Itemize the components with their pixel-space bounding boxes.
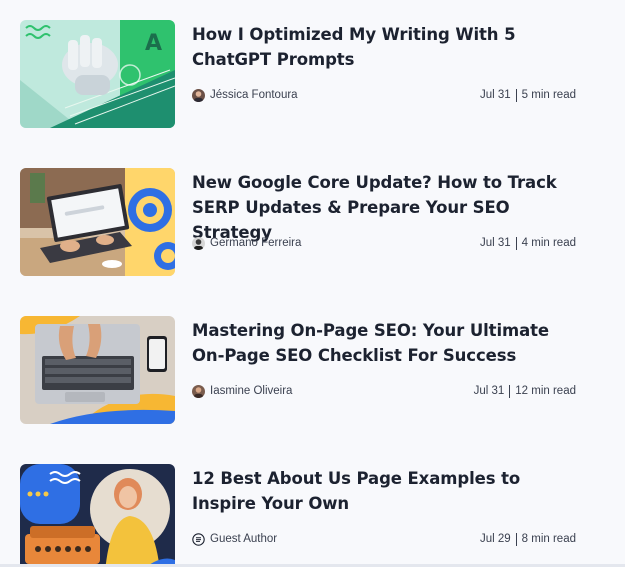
author-name: Jéssica Fontoura [210, 89, 298, 101]
robot-hand-keyboard-illustration: A [20, 20, 175, 128]
read-time: 8 min read [521, 533, 576, 545]
article-title[interactable]: How I Optimized My Writing With 5 ChatGP… [192, 22, 582, 72]
read-time: 4 min read [521, 237, 576, 249]
article-list: A How I Optimized My Writing With 5 Chat… [0, 0, 625, 567]
divider [515, 532, 517, 546]
article-card: 12 Best About Us Page Examples to Inspir… [20, 464, 580, 567]
article-info: Jul 31 5 min read [479, 88, 576, 102]
read-time: 5 min read [521, 89, 576, 101]
article-title[interactable]: 12 Best About Us Page Examples to Inspir… [192, 466, 582, 516]
article-thumbnail[interactable] [20, 464, 175, 567]
article-meta: Jéssica Fontoura Jul 31 5 min read [192, 86, 576, 104]
article-meta: Guest Author Jul 29 8 min read [192, 530, 576, 548]
publish-date: Jul 29 [479, 533, 511, 545]
article-card: Mastering On-Page SEO: Your Ultimate On-… [20, 316, 580, 424]
article-thumbnail[interactable] [20, 168, 175, 276]
author-avatar [192, 384, 205, 398]
author-name: Guest Author [210, 533, 278, 545]
author-link[interactable]: Jéssica Fontoura [192, 88, 298, 102]
author-name: Germano Ferreira [210, 237, 302, 249]
article-thumbnail[interactable] [20, 316, 175, 424]
article-meta: Germano Ferreira Jul 31 4 min read [192, 234, 576, 252]
article-title[interactable]: Mastering On-Page SEO: Your Ultimate On-… [192, 318, 582, 368]
publish-date: Jul 31 [473, 385, 505, 397]
article-meta: Iasmine Oliveira Jul 31 12 min read [192, 382, 576, 400]
woman-typewriter-illustration [20, 464, 175, 567]
author-link[interactable]: Iasmine Oliveira [192, 384, 293, 398]
svg-text:A: A [145, 31, 162, 56]
author-link[interactable]: Guest Author [192, 532, 278, 546]
article-info: Jul 31 12 min read [473, 384, 576, 398]
author-link[interactable]: Germano Ferreira [192, 236, 302, 250]
article-card: A How I Optimized My Writing With 5 Chat… [20, 20, 580, 128]
read-time: 12 min read [515, 385, 576, 397]
article-card: New Google Core Update? How to Track SER… [20, 168, 580, 276]
publish-date: Jul 31 [479, 237, 511, 249]
divider [509, 384, 511, 398]
author-name: Iasmine Oliveira [210, 385, 293, 397]
author-avatar [192, 236, 205, 250]
article-info: Jul 29 8 min read [479, 532, 576, 546]
article-info: Jul 31 4 min read [479, 236, 576, 250]
author-avatar [192, 88, 205, 102]
publish-date: Jul 31 [479, 89, 511, 101]
article-thumbnail[interactable]: A [20, 20, 175, 128]
hands-typing-laptop-illustration [20, 316, 175, 424]
divider [515, 236, 517, 250]
document-icon [192, 532, 205, 546]
divider [515, 88, 517, 102]
laptop-google-gears-illustration [20, 168, 175, 276]
